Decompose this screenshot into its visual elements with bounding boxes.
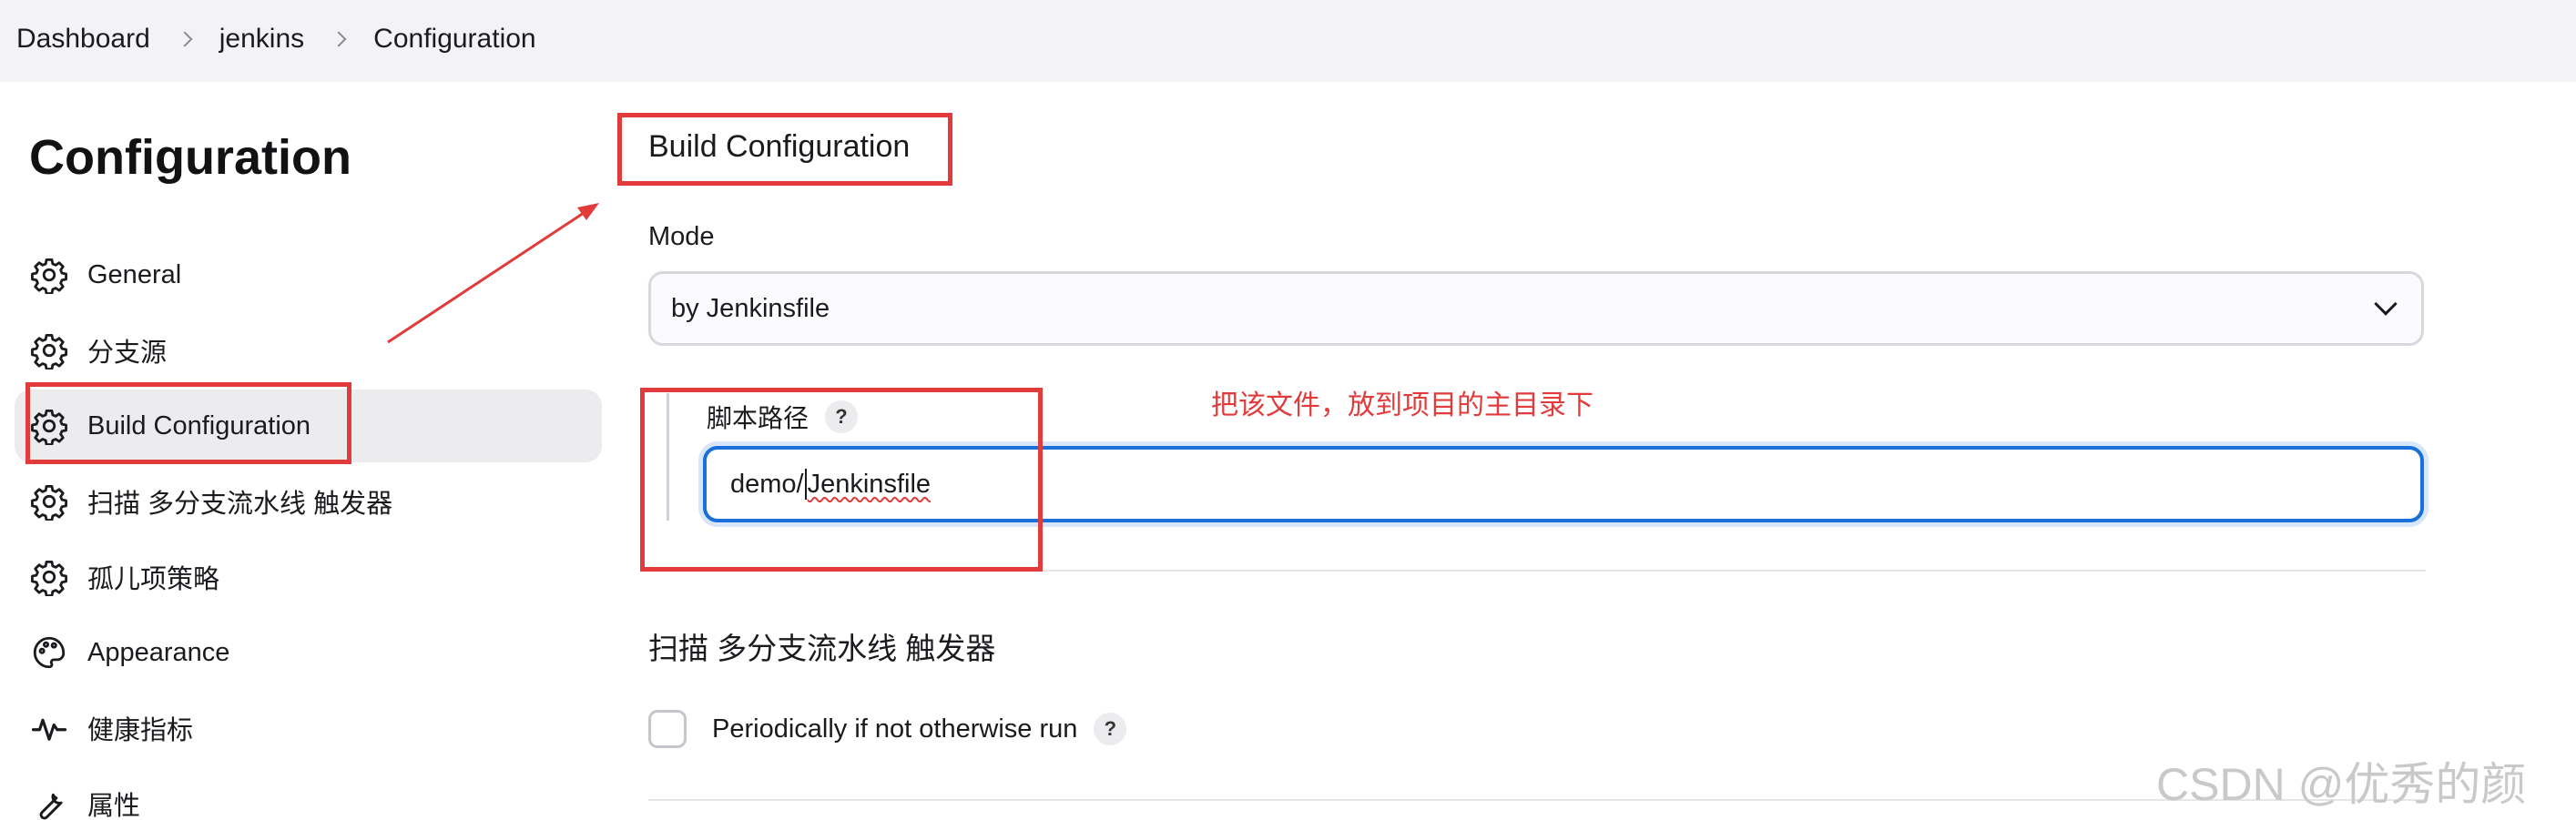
watermark: CSDN @优秀的颜 xyxy=(2156,759,2527,810)
annotation-note: 把该文件，放到项目的主目录下 xyxy=(1211,390,1593,420)
